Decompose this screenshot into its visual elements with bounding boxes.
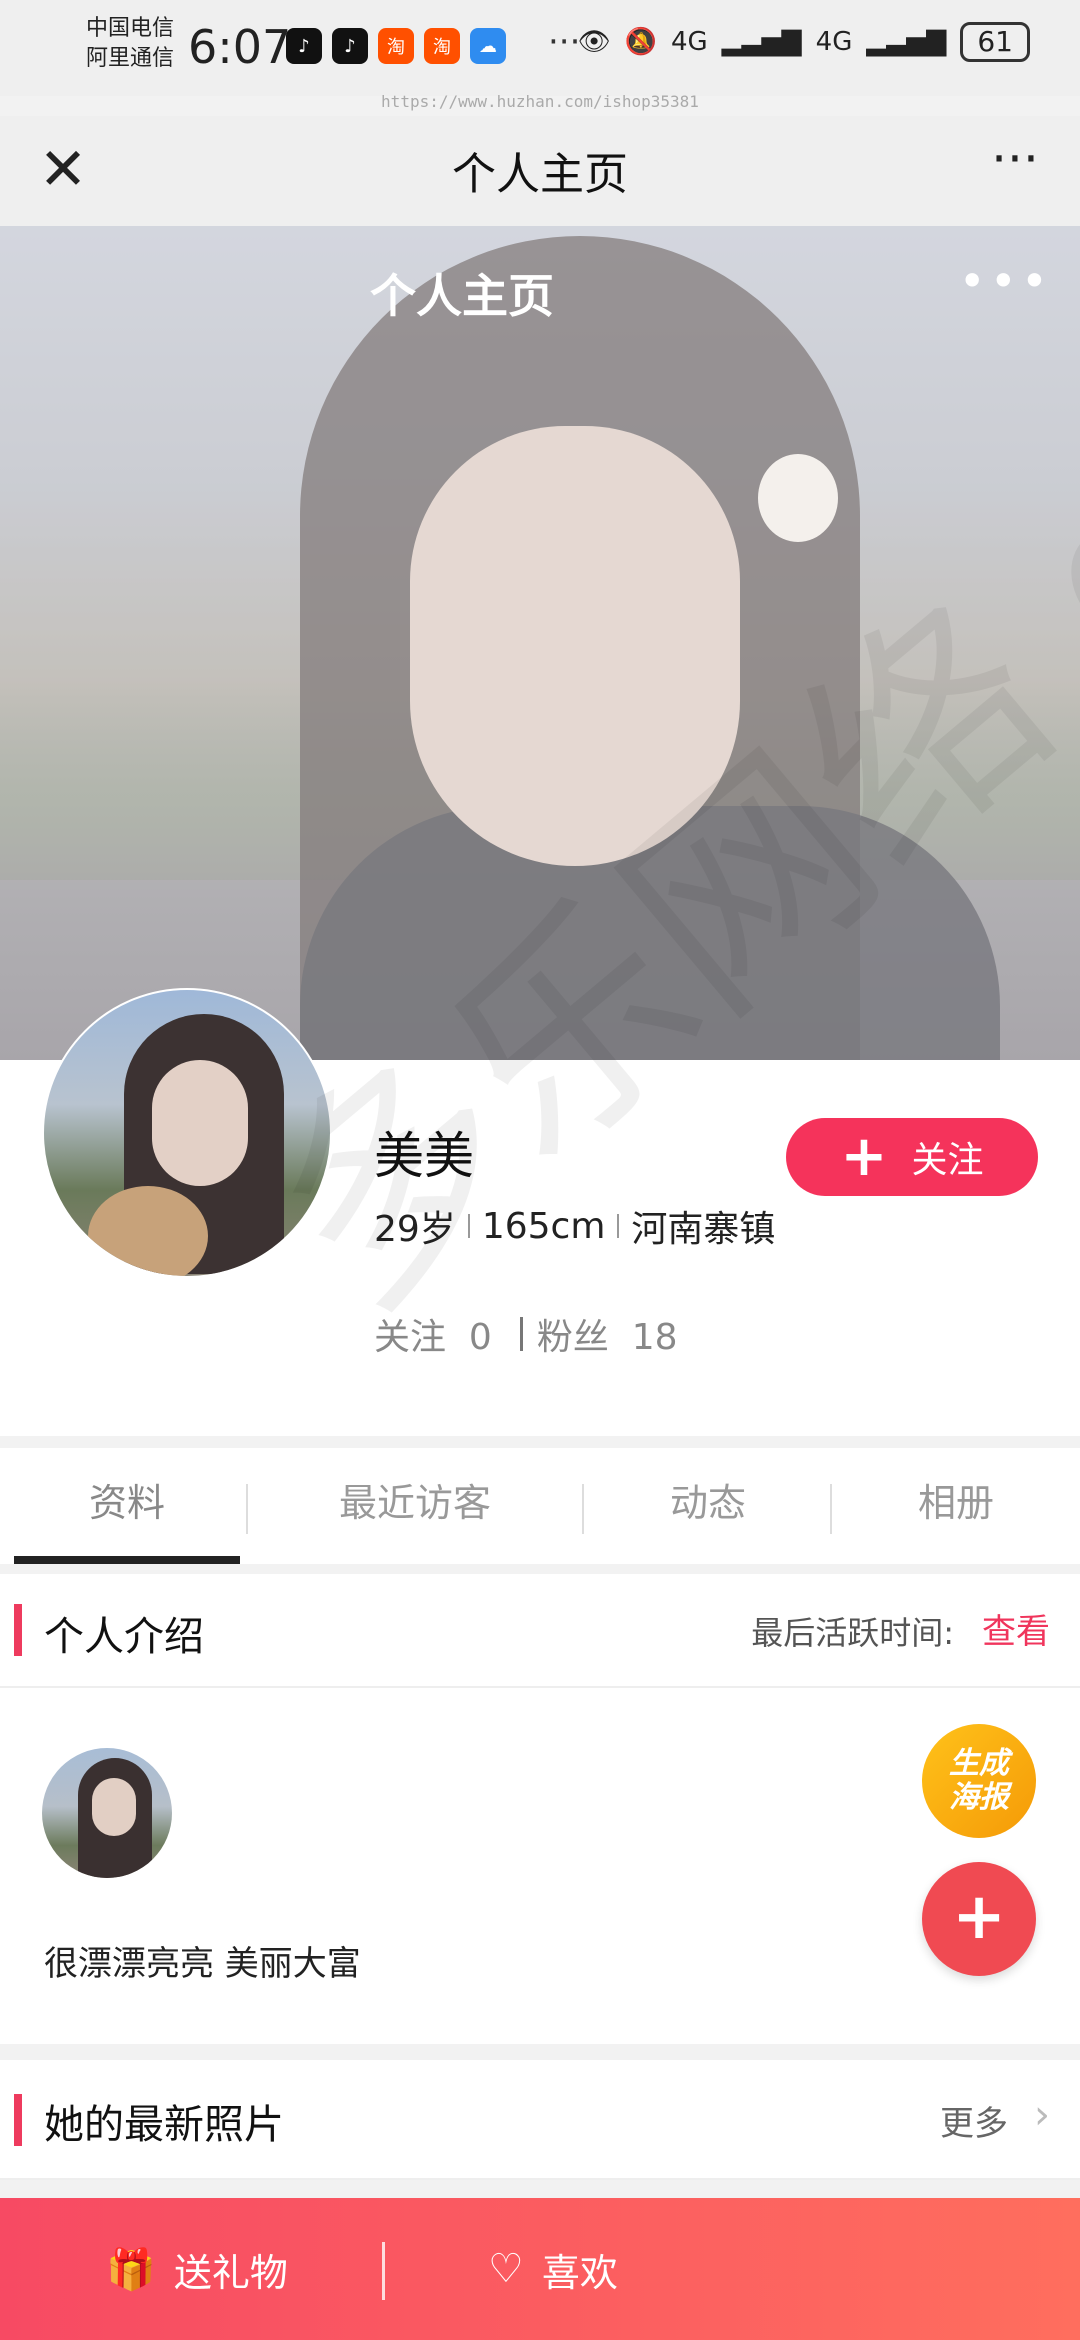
photos-more-link[interactable]: 更多 bbox=[940, 2096, 1008, 2145]
network-1: 4G bbox=[670, 27, 708, 57]
tiktok-icon: ♪ bbox=[286, 28, 322, 64]
battery-icon: 61 bbox=[960, 22, 1030, 62]
photos-section-header: 她的最新照片 更多 › bbox=[0, 2060, 1080, 2180]
status-time: 6:07 bbox=[188, 20, 292, 74]
more-options-button[interactable]: ··· bbox=[980, 134, 1050, 202]
avatar-face bbox=[152, 1060, 248, 1186]
tab-profile[interactable]: 资料 bbox=[14, 1448, 240, 1558]
bottom-bar-divider bbox=[382, 2242, 385, 2300]
follow-label: 关注 bbox=[911, 1140, 984, 1181]
notification-app-icons: ♪ ♪ 淘淘 ☁ bbox=[286, 28, 506, 64]
divider bbox=[467, 1214, 470, 1238]
send-gift-button[interactable]: 🎁 送礼物 bbox=[106, 2198, 288, 2340]
active-tab-indicator bbox=[14, 1556, 240, 1564]
following-label: 关注 bbox=[374, 1317, 447, 1358]
eye-icon: 👁 bbox=[577, 27, 611, 57]
profile-name: 美美 bbox=[374, 1127, 474, 1185]
tab-moments[interactable]: 动态 bbox=[586, 1448, 830, 1558]
profile-tabs: 资料 最近访客 动态 相册 bbox=[0, 1448, 1080, 1564]
carrier-names: 中国电信 阿里通信 bbox=[86, 14, 174, 74]
profile-card: 美美 29岁 165cm 河南寨镇 + 关注 关注 0 粉丝 18 bbox=[0, 988, 1080, 1436]
bottom-action-bar: 🎁 送礼物 ♡ 喜欢 bbox=[0, 2198, 1080, 2340]
cover-photo: 个人主页 ••• bbox=[0, 226, 1080, 1060]
avatar[interactable] bbox=[42, 988, 332, 1278]
intro-text: 很漂漂亮亮 美丽大富 bbox=[44, 1944, 361, 1984]
profile-age: 29岁 bbox=[374, 1209, 456, 1250]
more-notifications-icon: ··· bbox=[548, 22, 581, 62]
last-active-label: 最后活跃时间: bbox=[751, 1614, 954, 1652]
signal-icon: ▂▃▅▇ bbox=[721, 27, 802, 57]
section-accent-bar bbox=[14, 2094, 22, 2146]
taobao-icon: 淘 bbox=[378, 28, 414, 64]
gift-icon: 🎁 bbox=[106, 2246, 156, 2293]
intro-section-header: 个人介绍 最后活跃时间: 查看 bbox=[0, 1574, 1080, 1688]
system-icons: 👁 🔕 4G ▂▃▅▇ 4G ▂▃▅▇ 61 bbox=[578, 22, 1030, 62]
last-active-view-link[interactable]: 查看 bbox=[982, 1604, 1050, 1653]
intro-avatar[interactable] bbox=[42, 1748, 172, 1878]
divider bbox=[519, 1317, 523, 1351]
tab-album[interactable]: 相册 bbox=[834, 1448, 1078, 1558]
chevron-right-icon[interactable]: › bbox=[1034, 2092, 1050, 2138]
mute-bell-icon: 🔕 bbox=[624, 27, 657, 57]
navigation-bar: ✕ 个人主页 ··· bbox=[0, 116, 1080, 226]
hero-title: 个人主页 bbox=[370, 269, 554, 323]
profile-height: 165cm bbox=[481, 1205, 606, 1247]
carrier-2: 阿里通信 bbox=[86, 46, 175, 71]
taobao-icon: 淘 bbox=[424, 28, 460, 64]
photos-title: 她的最新照片 bbox=[44, 2102, 284, 2148]
intro-title: 个人介绍 bbox=[44, 1614, 204, 1660]
like-label: 喜欢 bbox=[541, 2250, 618, 2295]
tab-divider bbox=[246, 1484, 248, 1534]
page-title: 个人主页 bbox=[452, 149, 628, 200]
send-gift-label: 送礼物 bbox=[173, 2250, 288, 2295]
generate-poster-button[interactable]: 生成 海报 bbox=[922, 1724, 1036, 1838]
follow-button[interactable]: + 关注 bbox=[786, 1118, 1038, 1196]
cloud-icon: ☁ bbox=[470, 28, 506, 64]
divider bbox=[617, 1214, 620, 1238]
watermark-url: https://www.huzhan.com/ishop35381 bbox=[381, 92, 699, 111]
profile-stats: 关注 0 粉丝 18 bbox=[374, 1308, 678, 1360]
like-button[interactable]: ♡ 喜欢 bbox=[488, 2198, 618, 2340]
fans-stat[interactable]: 粉丝 18 bbox=[537, 1308, 678, 1360]
profile-attributes: 29岁 165cm 河南寨镇 bbox=[374, 1200, 775, 1252]
tab-divider bbox=[830, 1484, 832, 1534]
intro-section-body: 很漂漂亮亮 美丽大富 bbox=[0, 1688, 1080, 2044]
following-stat[interactable]: 关注 0 bbox=[374, 1308, 492, 1360]
profile-location: 河南寨镇 bbox=[631, 1209, 776, 1250]
cover-overlay bbox=[0, 226, 1080, 1060]
following-count: 0 bbox=[468, 1317, 492, 1358]
plus-icon: + bbox=[840, 1124, 888, 1189]
avatar-plush-toy bbox=[88, 1186, 208, 1276]
tab-recent-visitors[interactable]: 最近访客 bbox=[250, 1448, 580, 1558]
hero-more-button[interactable]: ••• bbox=[959, 254, 1052, 308]
intro-avatar-face bbox=[92, 1778, 136, 1836]
carrier-1: 中国电信 bbox=[86, 16, 175, 41]
section-accent-bar bbox=[14, 1604, 22, 1656]
poster-label-line-1: 生成 bbox=[949, 1746, 1009, 1781]
poster-label-line-2: 海报 bbox=[949, 1780, 1009, 1815]
battery-level: 61 bbox=[977, 25, 1013, 58]
signal-icon: ▂▃▅▇ bbox=[866, 27, 947, 57]
tab-divider bbox=[582, 1484, 584, 1534]
heart-icon: ♡ bbox=[488, 2246, 524, 2292]
network-2: 4G bbox=[815, 27, 853, 57]
status-bar: 中国电信 阿里通信 6:07 ♪ ♪ 淘淘 ☁ ··· 👁 🔕 4G ▂▃▅▇ 4G … bbox=[0, 0, 1080, 96]
fans-count: 18 bbox=[631, 1317, 678, 1358]
tiktok-icon: ♪ bbox=[332, 28, 368, 64]
fans-label: 粉丝 bbox=[536, 1317, 609, 1358]
add-floating-button[interactable]: + bbox=[922, 1862, 1036, 1976]
